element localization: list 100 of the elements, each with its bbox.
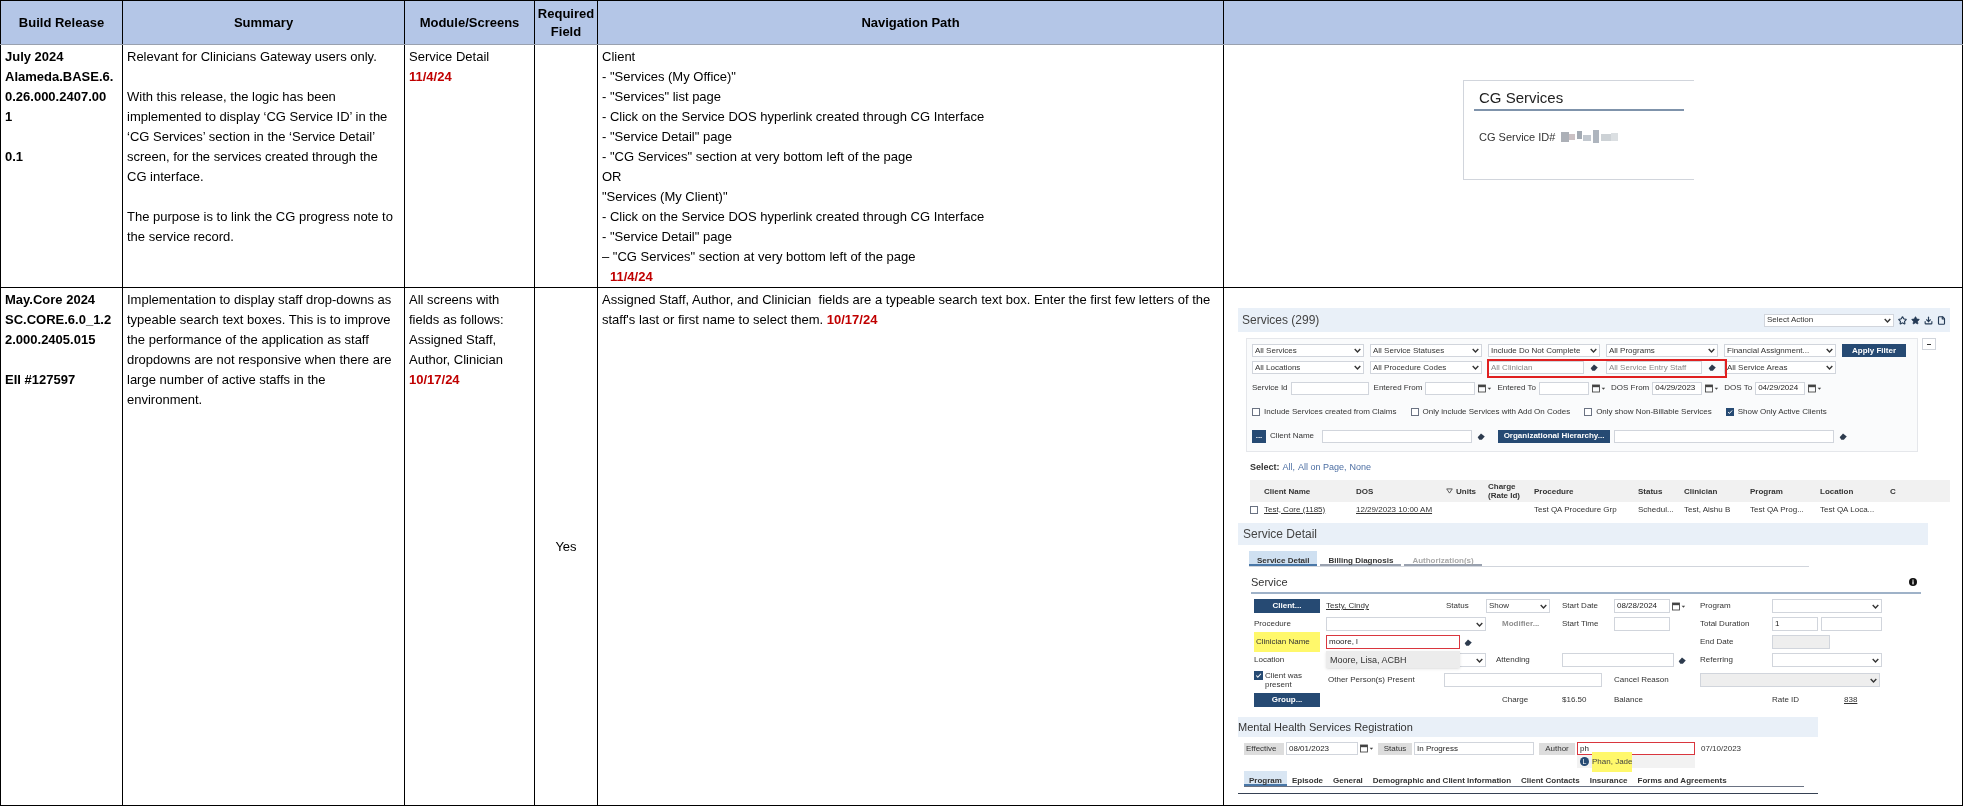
navigation-step: OR — [602, 167, 1219, 187]
input-field[interactable]: All Clinician — [1488, 361, 1584, 374]
navigation-step: - "Service Detail" page — [602, 227, 1219, 247]
navigation-step: "Services (My Client)" — [602, 187, 1219, 207]
navigation-step: - "Services" list page — [602, 87, 1219, 107]
navigation-step: – "CG Services" section at very bottom left of the page — [602, 247, 1219, 267]
action-button[interactable]: Apply Filter — [1842, 344, 1906, 357]
dropdown[interactable]: All Service Areas — [1724, 361, 1836, 374]
date-text: 11/4/24 — [409, 68, 453, 86]
summary-paragraph: The purpose is to link the CG progress note to the service record. — [127, 208, 394, 246]
build-release-text: 0.1 — [5, 148, 25, 166]
dropdown[interactable]: All Procedure Codes — [1370, 361, 1482, 374]
action-button[interactable]: Organizational Hierarchy... — [1498, 429, 1610, 443]
navigation-step: - "CG Services" section at very bottom left of the page — [602, 147, 1219, 167]
navigation-step: - Click on the Service DOS hyperlink created through CG Interface — [602, 107, 1219, 127]
navigation-step: - "Service Detail" page — [602, 127, 1219, 147]
column-header[interactable]: C — [1890, 486, 1896, 496]
checkbox-label: Only include Services with Add On Codes — [1422, 406, 1571, 418]
column-header[interactable]: Location — [1820, 486, 1854, 496]
field-label: Effective — [1244, 742, 1284, 755]
tab[interactable]: Service Detail — [1249, 551, 1318, 566]
input-field[interactable]: All Service Entry Staff — [1606, 361, 1702, 374]
table-cell: Schedul... — [1638, 504, 1674, 514]
field-label: Rate ID — [1772, 695, 1800, 704]
column-header[interactable]: Clinician — [1684, 486, 1718, 496]
checkbox-label: Include Services created from Claims — [1264, 406, 1397, 418]
select-label: Select: — [1250, 461, 1280, 474]
field-label: Charge — [1502, 695, 1529, 704]
input-field[interactable]: ph — [1577, 742, 1695, 755]
input-field[interactable]: 08/01/2023 — [1286, 742, 1358, 755]
input-field[interactable]: 04/29/2024 — [1755, 381, 1806, 395]
date-value: 07/10/2023 — [1701, 742, 1742, 755]
client-link[interactable]: Testy, Cindy — [1326, 601, 1369, 610]
dropdown[interactable]: Select Action — [1764, 313, 1894, 327]
column-header: Build Release — [18, 14, 105, 30]
field-label: Service Id — [1252, 382, 1288, 394]
column-header[interactable]: DOS — [1356, 486, 1374, 496]
column-header: Module/Screens — [419, 14, 520, 30]
column-header[interactable]: Charge (Rate Id) — [1488, 482, 1531, 500]
dropdown[interactable]: Financial Assignment... — [1724, 344, 1836, 357]
table-cell: Test, Aishu B — [1684, 504, 1731, 514]
date-text: 10/17/24 — [409, 371, 461, 389]
field-label: Author — [1539, 742, 1575, 755]
module-text: All screens with fields as follows: Assigned Staff, Author, Clinician — [409, 291, 505, 369]
checkbox-label: Show Only Active Clients — [1737, 406, 1827, 418]
action-button[interactable]: ... — [1252, 429, 1266, 443]
dropdown[interactable]: Include Do Not Complete — [1488, 344, 1600, 357]
field-label: Attending — [1496, 655, 1530, 664]
select-link[interactable]: All, — [1282, 457, 1296, 477]
summary-paragraph: Implementation to display staff drop-downs as typeable search text boxes. This is to improve the performance of the application as staff dropdowns are not responsive when there are large number of active staffs in the environment. — [127, 291, 393, 409]
field-label: Entered To — [1497, 382, 1537, 394]
input-field[interactable]: 04/29/2023 — [1652, 381, 1703, 395]
date-link[interactable]: 12/29/2023 10:00 AM — [1356, 504, 1433, 514]
column-header[interactable]: Status — [1638, 486, 1663, 496]
column-header[interactable]: Units — [1456, 486, 1476, 496]
column-header: Summary — [233, 14, 294, 30]
field-label: Client Name — [1270, 430, 1314, 442]
field-label: Entered From — [1373, 382, 1423, 394]
date-text: 11/4/24 — [609, 268, 654, 286]
field-label: Total Duration — [1700, 619, 1750, 628]
panel-title: Services (299) — [1242, 312, 1320, 329]
input-field[interactable]: In Progress — [1414, 742, 1534, 755]
action-button[interactable]: Group... — [1254, 693, 1320, 707]
field-label: Cancel Reason — [1614, 675, 1669, 684]
field-label: Procedure — [1254, 619, 1291, 628]
build-release-text: EII #127597 — [5, 371, 77, 389]
select-link[interactable]: None — [1349, 457, 1372, 477]
field-label: Start Time — [1562, 619, 1599, 628]
field-label: Program — [1700, 601, 1731, 610]
dropdown[interactable]: Show — [1486, 599, 1550, 613]
build-release-text: July 2024 Alameda.BASE.6. 0.26.000.2407.00 1 — [5, 48, 115, 126]
field-label: Other Person(s) Present — [1328, 675, 1415, 684]
input-field[interactable]: moore, l — [1326, 635, 1460, 649]
dropdown[interactable]: All Services — [1252, 344, 1364, 357]
column-header[interactable]: Client Name — [1264, 486, 1311, 496]
input-field[interactable]: 1 — [1772, 617, 1818, 631]
navigation-text: Assigned Staff, Author, and Clinician fields are a typeable search text box. Enter the first few letters of the staff's last or first name to select them. 10/17/24 — [602, 291, 1212, 329]
column-header[interactable]: Procedure — [1534, 486, 1574, 496]
suggestion-menu[interactable]: Moore, Lisa, ACBH — [1326, 651, 1460, 668]
tab[interactable]: Program — [1244, 771, 1287, 786]
column-header[interactable]: Program — [1750, 486, 1783, 496]
rate-id-link[interactable]: 838 — [1844, 690, 1858, 710]
client-link[interactable]: Test, Core (1185) — [1264, 504, 1326, 514]
select-link[interactable]: All on Page, — [1298, 457, 1347, 477]
summary-paragraph: With this release, the logic has been implemented to display ‘CG Service ID’ in the ‘CG Services’ section in the ‘Service Detail’ screen, for the services created through the CG interface. — [127, 88, 389, 186]
field-label: Balance — [1614, 695, 1643, 704]
build-release-text: May.Core 2024 SC.CORE.6.0_1.2 2.000.2405.015 — [5, 291, 113, 349]
action-button[interactable]: Client... — [1254, 599, 1320, 613]
input-field[interactable]: 08/28/2024 — [1614, 599, 1670, 613]
dropdown[interactable]: All Locations — [1252, 361, 1364, 374]
panel-title: Mental Health Services Registration — [1238, 720, 1413, 735]
field-label: DOS To — [1724, 382, 1753, 394]
field-label: Referring — [1700, 655, 1733, 664]
table-cell: Test QA Prog... — [1750, 504, 1804, 514]
dropdown[interactable]: All Service Statuses — [1370, 344, 1482, 357]
field-label: End Date — [1700, 637, 1734, 646]
panel-title: Service Detail — [1243, 526, 1318, 543]
suggestion-name: Phan, Jade — [1592, 751, 1633, 772]
dropdown[interactable]: All Programs — [1606, 344, 1718, 357]
field-label: Clinician Name — [1254, 632, 1320, 652]
